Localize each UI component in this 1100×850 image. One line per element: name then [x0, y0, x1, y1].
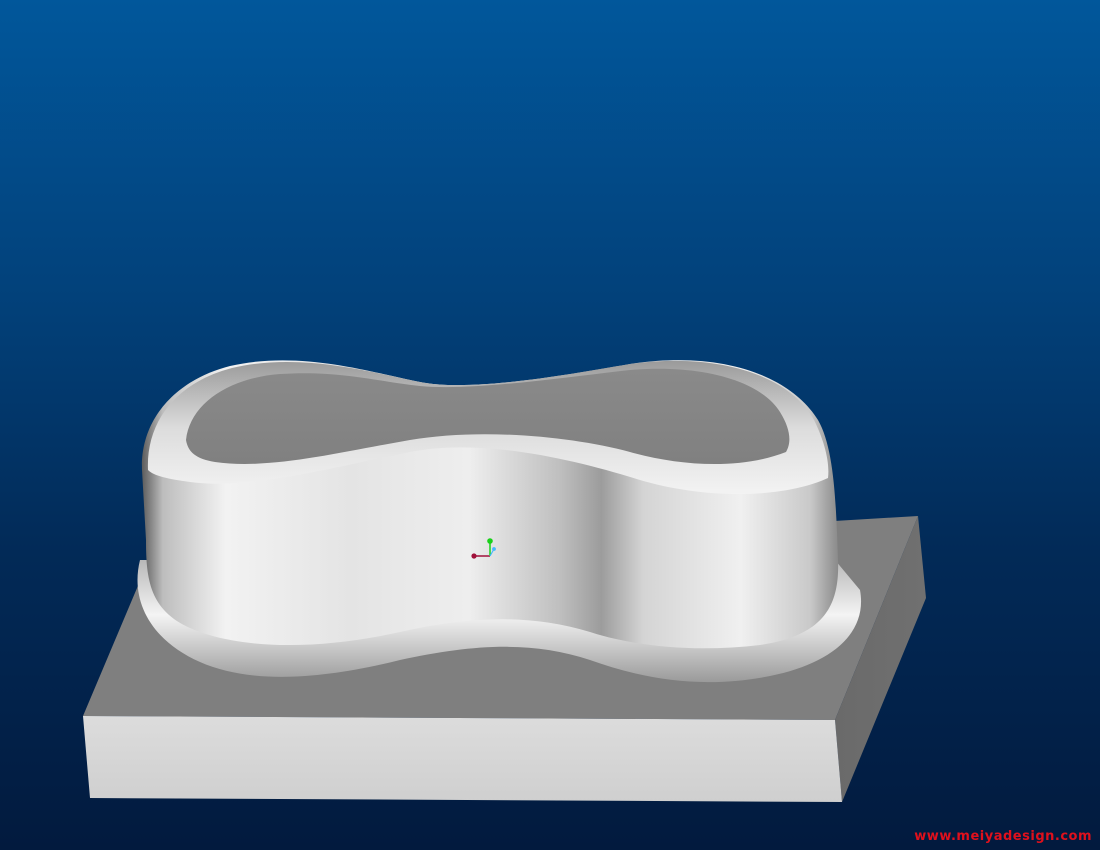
- boss-body[interactable]: [137, 360, 862, 683]
- watermark-text: www.meiyadesign.com: [914, 829, 1092, 844]
- base-front-face: [83, 716, 842, 802]
- triad-y-handle: [487, 538, 493, 544]
- model-scene[interactable]: [0, 0, 1100, 850]
- 3d-viewport[interactable]: www.meiyadesign.com: [0, 0, 1100, 850]
- triad-x-handle: [471, 553, 477, 559]
- triad-z-handle: [492, 547, 496, 551]
